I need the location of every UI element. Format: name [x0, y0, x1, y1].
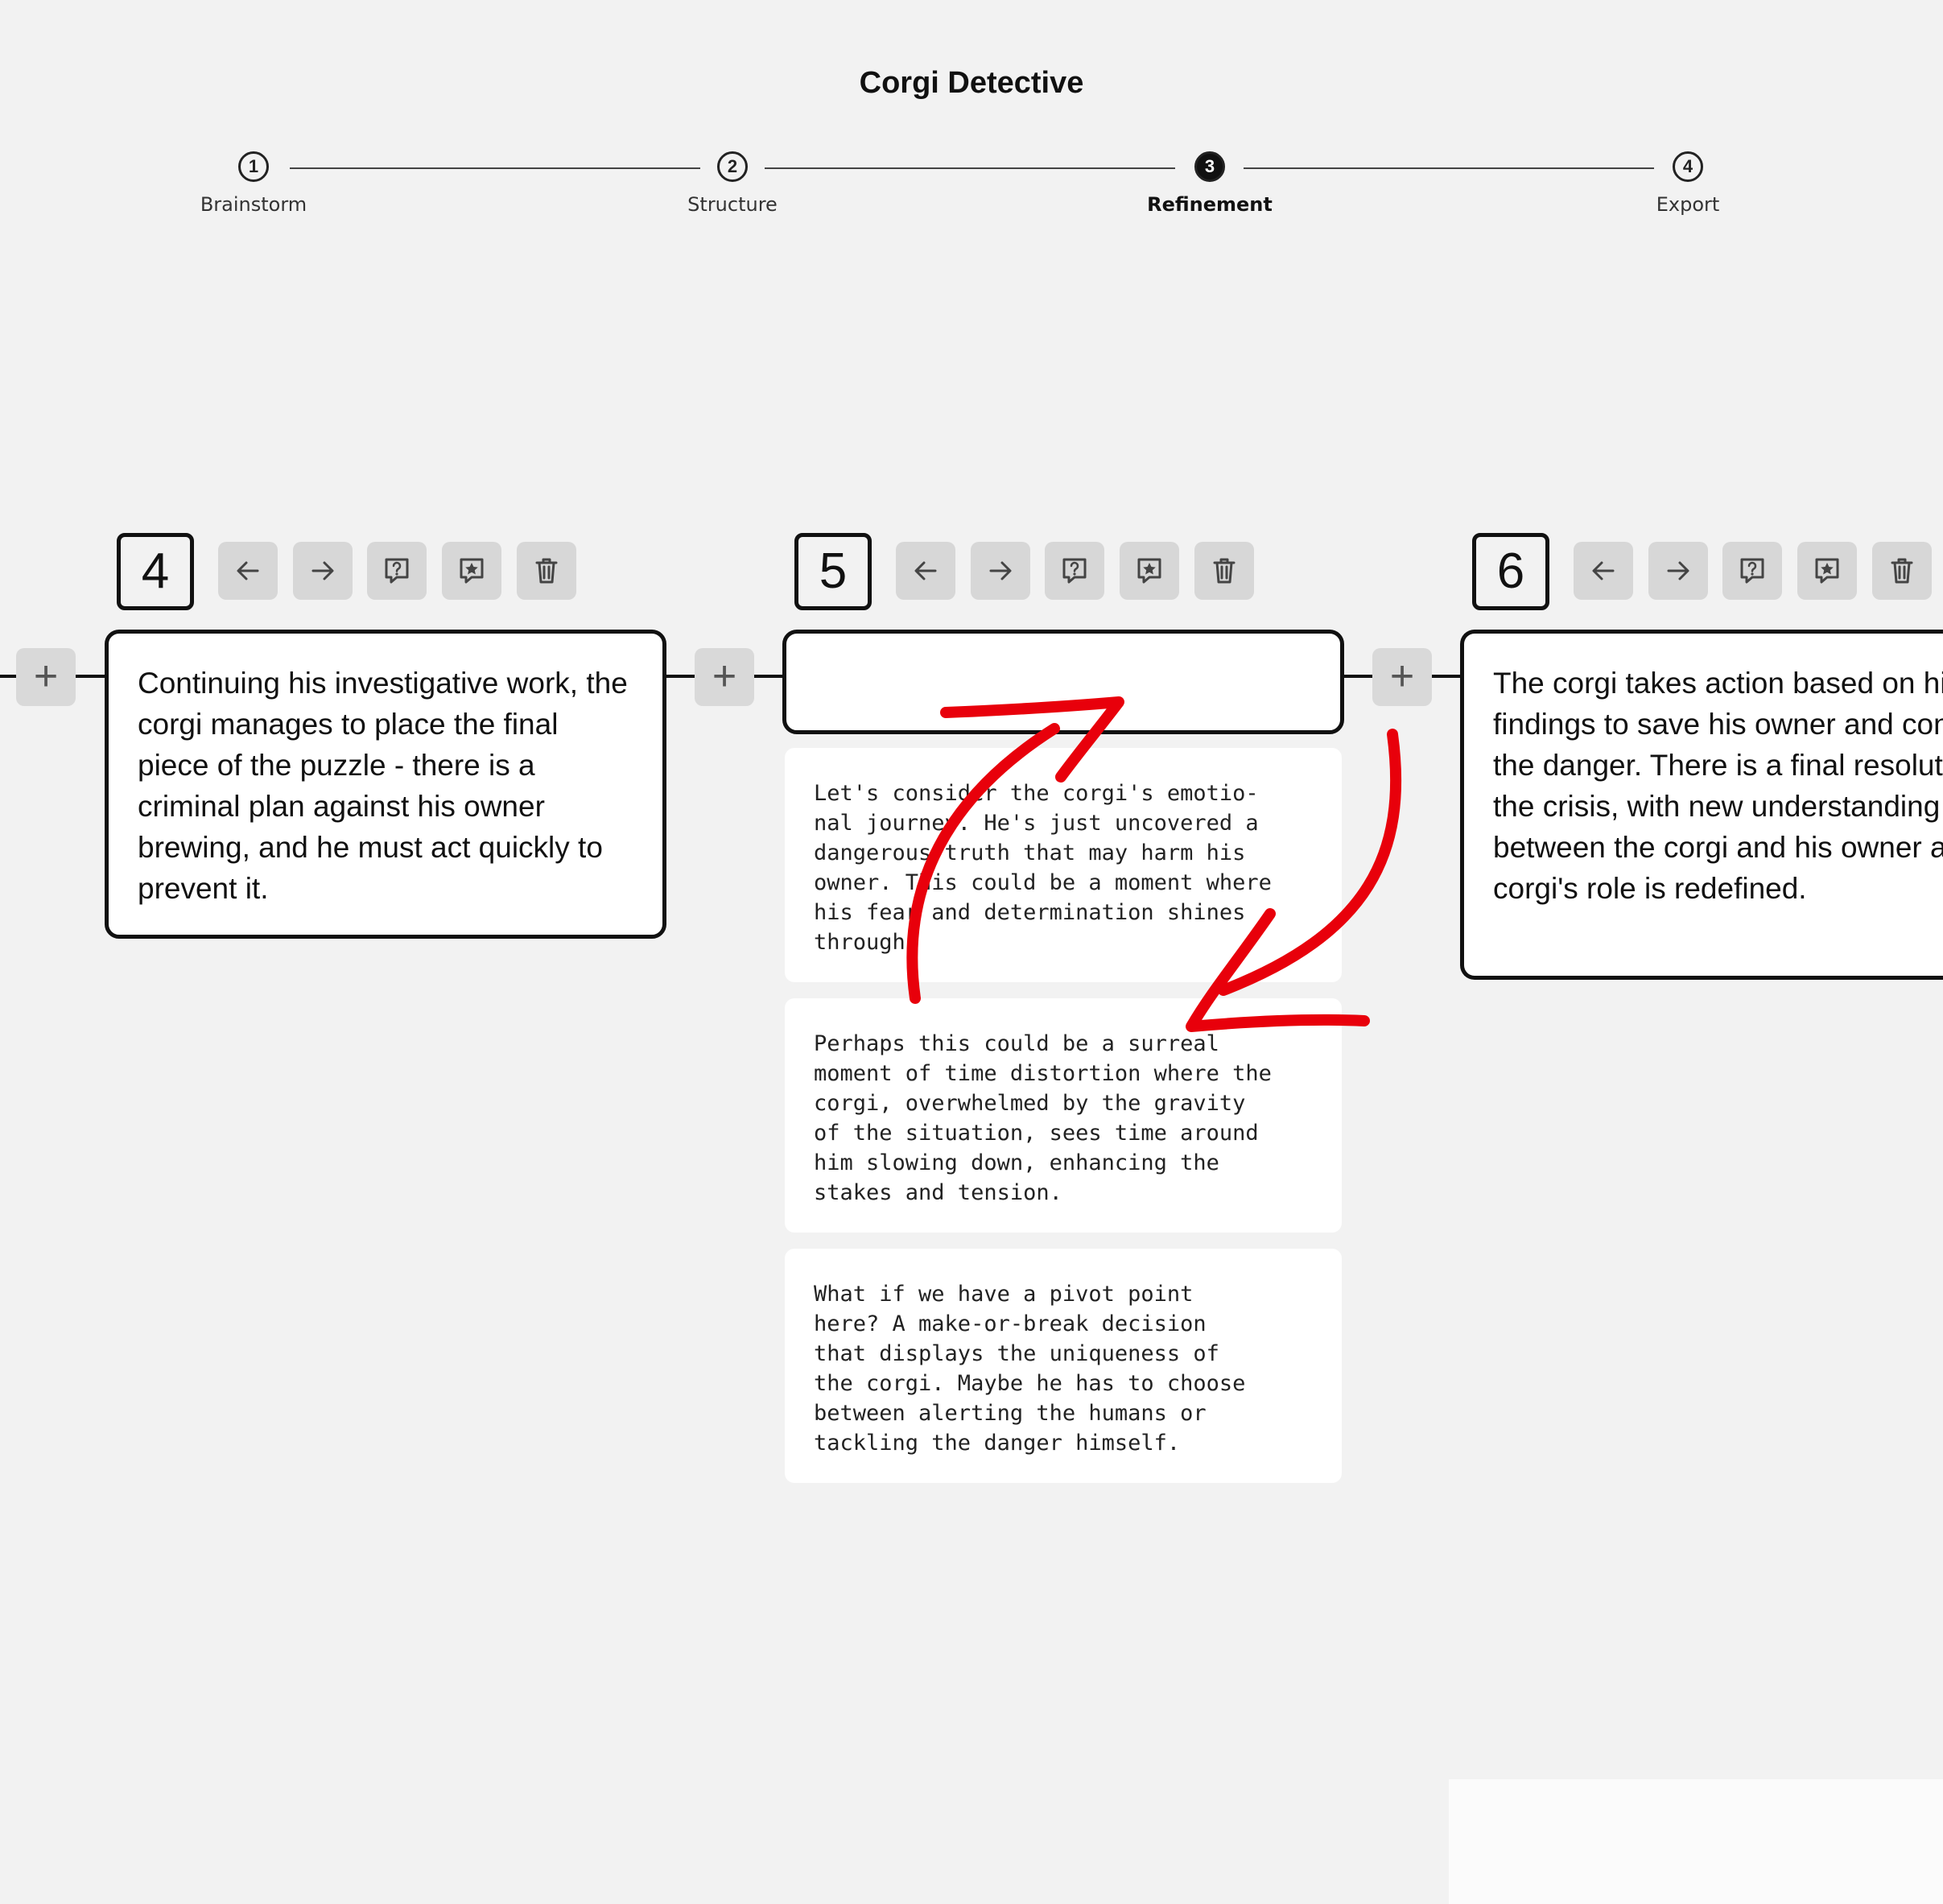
move-left-button[interactable]	[218, 542, 278, 600]
arrow-right-icon	[311, 561, 334, 580]
suggest-button[interactable]	[442, 542, 501, 600]
ask-question-button[interactable]	[1722, 542, 1782, 600]
scene-number: 5	[794, 533, 872, 610]
ask-question-button[interactable]	[367, 542, 427, 600]
question-bubble-icon	[385, 558, 409, 584]
step-label: Refinement	[1147, 193, 1273, 216]
star-bubble-icon	[460, 558, 484, 584]
scene-number: 6	[1472, 533, 1549, 610]
arrow-right-icon	[1667, 561, 1689, 580]
arrow-left-icon	[237, 561, 259, 580]
suggestion-card[interactable]: Let's consider the corgi's emotio- nal j…	[785, 748, 1342, 982]
delete-button[interactable]	[1872, 542, 1932, 600]
move-right-button[interactable]	[1648, 542, 1708, 600]
step-brainstorm[interactable]: 1 Brainstorm	[157, 151, 350, 216]
add-scene-button[interactable]: +	[16, 648, 76, 706]
step-number: 1	[238, 151, 269, 182]
question-bubble-icon	[1740, 558, 1764, 584]
arrow-left-icon	[1592, 561, 1615, 580]
delete-button[interactable]	[517, 542, 576, 600]
move-right-button[interactable]	[971, 542, 1030, 600]
step-label: Export	[1656, 193, 1720, 216]
move-left-button[interactable]	[896, 542, 955, 600]
step-number: 2	[717, 151, 748, 182]
arrow-left-icon	[914, 561, 937, 580]
scene-card-text[interactable]: Continuing his investigative work, the c…	[105, 630, 666, 939]
step-label: Structure	[687, 193, 778, 216]
trash-icon	[1213, 558, 1236, 584]
ask-question-button[interactable]	[1045, 542, 1104, 600]
step-structure[interactable]: 2 Structure	[636, 151, 829, 216]
star-bubble-icon	[1815, 558, 1839, 584]
step-number: 3	[1194, 151, 1225, 182]
suggest-button[interactable]	[1120, 542, 1179, 600]
suggestion-card[interactable]: What if we have a pivot point here? A ma…	[785, 1249, 1342, 1483]
delete-button[interactable]	[1194, 542, 1254, 600]
trash-icon	[535, 558, 558, 584]
bottom-area	[1449, 1779, 1943, 1904]
step-label: Brainstorm	[200, 193, 307, 216]
scene-card-text[interactable]: The corgi takes action based on his find…	[1460, 630, 1943, 980]
scene-card-empty[interactable]	[782, 630, 1344, 734]
move-right-button[interactable]	[293, 542, 353, 600]
suggest-button[interactable]	[1797, 542, 1857, 600]
arrow-right-icon	[989, 561, 1012, 580]
step-number: 4	[1673, 151, 1703, 182]
add-scene-button[interactable]: +	[1372, 648, 1432, 706]
step-refinement[interactable]: 3 Refinement	[1113, 151, 1306, 216]
question-bubble-icon	[1062, 558, 1087, 584]
scene-number: 4	[117, 533, 194, 610]
stepper: 1 Brainstorm 2 Structure 3 Refinement 4 …	[0, 0, 1943, 242]
star-bubble-icon	[1137, 558, 1161, 584]
step-export[interactable]: 4 Export	[1591, 151, 1784, 216]
trash-icon	[1891, 558, 1913, 584]
scene-card-text-content: The corgi takes action based on his find…	[1493, 667, 1943, 905]
move-left-button[interactable]	[1574, 542, 1633, 600]
add-scene-button[interactable]: +	[695, 648, 754, 706]
suggestion-card[interactable]: Perhaps this could be a surreal moment o…	[785, 998, 1342, 1233]
